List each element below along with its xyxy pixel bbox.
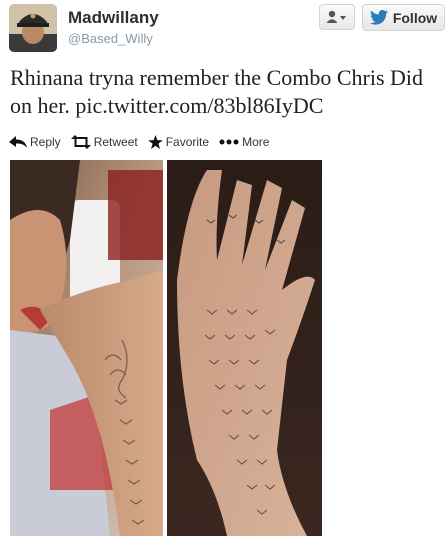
tweet-header: Madwillany @Based_Willy Follow <box>0 0 448 60</box>
tweet-media-link[interactable]: pic.twitter.com/83bl86IyDC <box>75 93 323 118</box>
retweet-label: Retweet <box>93 135 138 149</box>
photo-right-image <box>167 160 322 536</box>
avatar[interactable] <box>9 4 57 52</box>
tweet-actions: Reply Retweet Favorite More <box>9 133 269 151</box>
photo-left-image <box>10 160 163 536</box>
follow-label: Follow <box>392 9 438 26</box>
reply-icon <box>9 136 27 148</box>
star-icon <box>147 135 163 149</box>
more-label: More <box>242 135 270 149</box>
more-action[interactable]: More <box>219 135 269 149</box>
photo-right[interactable] <box>167 160 322 536</box>
photo-left[interactable] <box>10 160 163 536</box>
reply-label: Reply <box>30 135 61 149</box>
user-dropdown-icon <box>326 10 346 23</box>
follow-button[interactable]: Follow <box>362 4 445 31</box>
display-name[interactable]: Madwillany <box>68 8 159 28</box>
username-handle[interactable]: @Based_Willy <box>68 31 153 46</box>
favorite-label: Favorite <box>165 135 210 149</box>
reply-action[interactable]: Reply <box>9 135 61 149</box>
favorite-action[interactable]: Favorite <box>147 135 210 149</box>
retweet-icon <box>70 135 91 149</box>
user-actions-button[interactable] <box>319 4 355 30</box>
more-dots-icon <box>219 139 239 145</box>
tweet-text: Rhinana tryna remember the Combo Chris D… <box>10 64 440 120</box>
retweet-action[interactable]: Retweet <box>70 135 138 149</box>
twitter-bird-icon <box>369 10 388 25</box>
profile-avatar-icon <box>9 4 57 52</box>
tweet-media[interactable] <box>10 160 322 537</box>
